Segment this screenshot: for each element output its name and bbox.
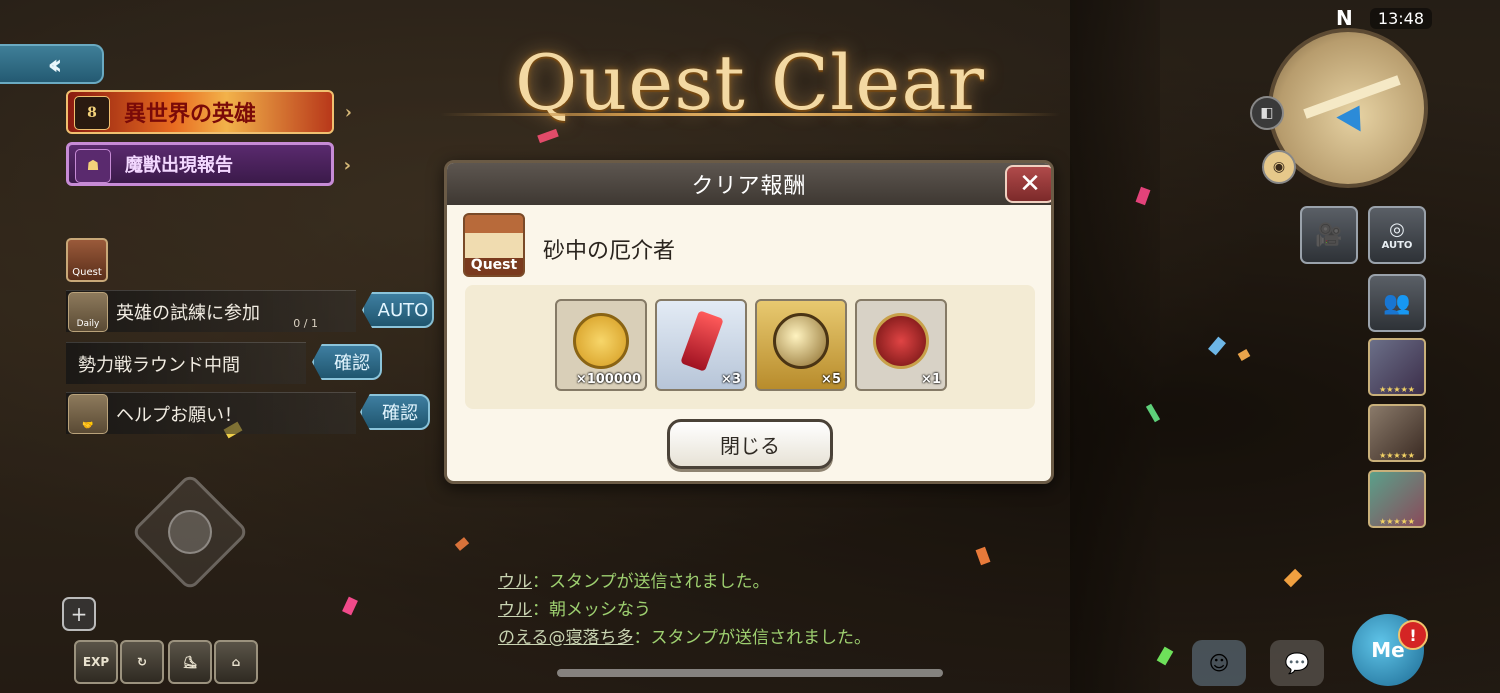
reward-quantity: ×5 xyxy=(821,372,841,387)
party-members-icon: 👥 xyxy=(1383,290,1411,316)
cage-icon[interactable]: ⌂ xyxy=(214,640,258,684)
monster-report-label: 魔獣出現報告 xyxy=(125,155,233,176)
rarity-stars: ★★★★★ xyxy=(1379,517,1415,526)
chevron-right-icon: › xyxy=(344,102,352,123)
chat-username[interactable]: ウル xyxy=(498,572,532,592)
gold-orb-icon xyxy=(773,313,829,369)
confirm-help-button[interactable]: 確認 xyxy=(360,394,430,430)
rewards-list: ×100000 ×3 ×5 ×1 xyxy=(465,285,1035,409)
auto-battle-button[interactable]: ◎ AUTO xyxy=(1368,206,1426,264)
task-label: ヘルプお願い！ xyxy=(116,404,242,426)
chevron-right-icon: › xyxy=(343,155,351,176)
chat-username[interactable]: のえる@寝落ち多 xyxy=(498,628,634,648)
title-underline xyxy=(440,113,1060,116)
task-row-faction-war[interactable]: 勢力戦ラウンド中間 xyxy=(66,342,306,384)
refresh-boost-icon[interactable]: ↻ xyxy=(120,640,164,684)
event-badge-icon: 8 xyxy=(74,96,110,130)
reward-quantity: ×100000 xyxy=(575,372,641,387)
smiley-stamp-icon: ☺ xyxy=(1208,651,1230,675)
handshake-icon: 🤝 xyxy=(68,393,108,434)
boots-icon[interactable]: ⛸ xyxy=(168,640,212,684)
close-icon: ✕ xyxy=(1019,169,1041,199)
pet-face-icon[interactable]: ◉ xyxy=(1262,150,1296,184)
quest-menu-label: Quest xyxy=(72,267,102,278)
alert-icon: ! xyxy=(1398,620,1428,650)
chat-message: ：朝メッシなう xyxy=(532,600,651,620)
clear-reward-dialog: クリア報酬 ✕ Quest 砂中の厄介者 ×100000 ×3 ×5 ×1 閉じ… xyxy=(444,160,1054,484)
video-camera-icon: 🎥 xyxy=(1315,222,1343,248)
quest-icon-label: Quest xyxy=(470,257,518,273)
task-progress: 0 / 1 xyxy=(293,317,318,330)
beast-mask-icon: ☗ xyxy=(75,149,111,183)
exp-boost-button[interactable]: EXP xyxy=(74,640,118,684)
reward-item-gold-orb[interactable]: ×5 xyxy=(755,299,847,391)
rarity-stars: ★★★★★ xyxy=(1379,385,1415,394)
reward-quantity: ×1 xyxy=(921,372,941,387)
task-row-daily-trial[interactable]: Daily 英雄の試練に参加 0 / 1 xyxy=(66,290,356,332)
auto-battle-label: AUTO xyxy=(1381,240,1413,251)
daily-book-icon: Daily xyxy=(68,291,108,332)
stamp-button[interactable]: ☺ xyxy=(1192,640,1246,686)
event-banner[interactable]: 8 異世界の英雄 › xyxy=(66,90,352,134)
red-crystal-icon xyxy=(680,310,724,372)
quest-name: 砂中の厄介者 xyxy=(543,239,676,264)
expand-plus-button[interactable]: + xyxy=(62,597,96,631)
compass-north-icon: N xyxy=(1336,6,1353,30)
speech-bubble-icon: 💬 xyxy=(1284,651,1310,675)
home-indicator[interactable] xyxy=(557,669,943,677)
quest-shop-icon: Quest xyxy=(463,213,525,277)
party-member-portrait[interactable]: ★★★★★ xyxy=(1368,470,1426,528)
close-dialog-button[interactable]: 閉じる xyxy=(667,419,833,469)
game-clock: 13:48 xyxy=(1369,8,1432,29)
reward-item-demon-emblem[interactable]: ×1 xyxy=(855,299,947,391)
auto-task-button[interactable]: AUTO xyxy=(362,292,434,328)
chat-message: ：スタンプが送信されました。 xyxy=(532,572,770,592)
reward-item-gold-coin[interactable]: ×100000 xyxy=(555,299,647,391)
confirm-faction-war-button[interactable]: 確認 xyxy=(312,344,382,380)
party-button[interactable]: 👥 xyxy=(1368,274,1426,332)
reward-quantity: ×3 xyxy=(721,372,741,387)
party-member-portrait[interactable]: ★★★★★ xyxy=(1368,404,1426,462)
close-x-button[interactable]: ✕ xyxy=(1005,165,1051,203)
daily-icon-label: Daily xyxy=(76,318,100,329)
double-chevron-left-icon: ‹‹ xyxy=(47,47,62,81)
dialog-header: クリア報酬 xyxy=(447,163,1051,205)
collapse-panel-button[interactable]: ‹‹ xyxy=(0,44,104,84)
chat-line: のえる@寝落ち多：スタンプが送信されました。 xyxy=(498,624,871,652)
auto-battle-icon: ◎ xyxy=(1389,219,1405,240)
quest-menu-button[interactable]: Quest xyxy=(66,238,108,282)
chat-log: ウル：スタンプが送信されました。 ウル：朝メッシなう のえる@寝落ち多：スタンプ… xyxy=(498,568,871,652)
event-banner-label: 異世界の英雄 xyxy=(124,101,257,127)
party-member-portrait[interactable]: ★★★★★ xyxy=(1368,338,1426,396)
chat-username[interactable]: ウル xyxy=(498,600,532,620)
chat-message: ：スタンプが送信されました。 xyxy=(633,628,872,648)
task-label: 英雄の試練に参加 xyxy=(116,302,260,324)
chat-button[interactable]: 💬 xyxy=(1270,640,1324,686)
task-label: 勢力戦ラウンド中間 xyxy=(78,354,240,376)
map-layer-icon[interactable]: ◧ xyxy=(1250,96,1284,130)
gold-coin-icon xyxy=(573,313,629,369)
monster-report-banner[interactable]: ☗ 魔獣出現報告 › xyxy=(66,142,351,186)
virtual-joystick[interactable] xyxy=(168,510,212,554)
rarity-stars: ★★★★★ xyxy=(1379,451,1415,460)
camera-button[interactable]: 🎥 xyxy=(1300,206,1358,264)
chat-line: ウル：スタンプが送信されました。 xyxy=(498,568,871,596)
task-row-help-request[interactable]: 🤝 ヘルプお願い！ xyxy=(66,392,356,434)
reward-item-red-crystal[interactable]: ×3 xyxy=(655,299,747,391)
chat-line: ウル：朝メッシなう xyxy=(498,596,871,624)
demon-emblem-icon xyxy=(873,313,929,369)
